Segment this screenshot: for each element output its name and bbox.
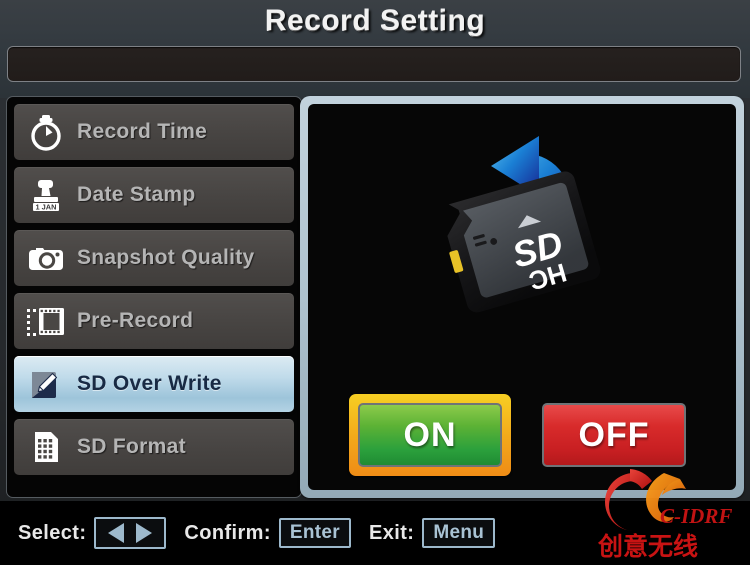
option-off-label: OFF <box>578 415 650 454</box>
exit-label: Exit: <box>369 521 415 544</box>
info-bar <box>7 46 741 82</box>
sd-card-overwrite-icon: SD HC <box>397 122 647 352</box>
on-off-option-group: ON OFF <box>308 394 736 476</box>
menu-item-label: Pre-Record <box>77 309 194 332</box>
camera-icon <box>23 235 69 281</box>
option-off-selection-frame[interactable]: OFF <box>533 394 695 476</box>
sd-format-grid-icon <box>23 424 69 470</box>
option-on-button[interactable]: ON <box>358 403 502 467</box>
option-on-label: ON <box>403 415 457 454</box>
preview-panel: SD HC ON OFF <box>300 96 744 498</box>
hint-exit: Exit: Menu <box>369 518 496 548</box>
menu-item-sd-over-write[interactable]: SD Over Write <box>14 356 294 412</box>
sd-overwrite-pencil-icon <box>23 361 69 407</box>
preview-panel-inner: SD HC ON OFF <box>308 104 736 490</box>
select-arrow-keys[interactable] <box>94 517 167 549</box>
option-off-button[interactable]: OFF <box>542 403 686 467</box>
select-label: Select: <box>18 521 87 544</box>
device-menu-screen: Record Setting Record Time 1 JAN Date St… <box>0 0 750 565</box>
menu-key-label: Menu <box>433 522 485 543</box>
menu-item-pre-record[interactable]: Pre-Record <box>14 293 294 349</box>
settings-menu-list: Record Time 1 JAN Date Stamp Snapshot Qu… <box>6 96 302 498</box>
menu-item-sd-format[interactable]: SD Format <box>14 419 294 475</box>
footer-hint-bar: Select: Confirm: Enter Exit: Menu <box>0 501 750 565</box>
menu-item-record-time[interactable]: Record Time <box>14 104 294 160</box>
option-on-selection-frame[interactable]: ON <box>349 394 511 476</box>
menu-key-button[interactable]: Menu <box>422 518 496 548</box>
menu-item-label: SD Format <box>77 435 186 458</box>
right-arrow-icon[interactable] <box>136 523 153 543</box>
date-stamp-icon: 1 JAN <box>23 172 69 218</box>
menu-item-label: Record Time <box>77 120 208 143</box>
hint-confirm: Confirm: Enter <box>184 518 351 548</box>
enter-key-button[interactable]: Enter <box>278 518 351 548</box>
enter-key-label: Enter <box>289 522 340 543</box>
film-strip-icon <box>23 298 69 344</box>
svg-text:1 JAN: 1 JAN <box>36 203 57 212</box>
hint-select: Select: <box>18 517 167 549</box>
menu-item-snapshot-quality[interactable]: Snapshot Quality <box>14 230 294 286</box>
page-title: Record Setting <box>264 4 486 37</box>
menu-item-label: SD Over Write <box>77 372 222 395</box>
left-arrow-icon[interactable] <box>108 523 125 543</box>
confirm-label: Confirm: <box>184 521 271 544</box>
menu-item-date-stamp[interactable]: 1 JAN Date Stamp <box>14 167 294 223</box>
menu-item-label: Snapshot Quality <box>77 246 255 269</box>
menu-item-label: Date Stamp <box>77 183 196 206</box>
stopwatch-icon <box>23 109 69 155</box>
